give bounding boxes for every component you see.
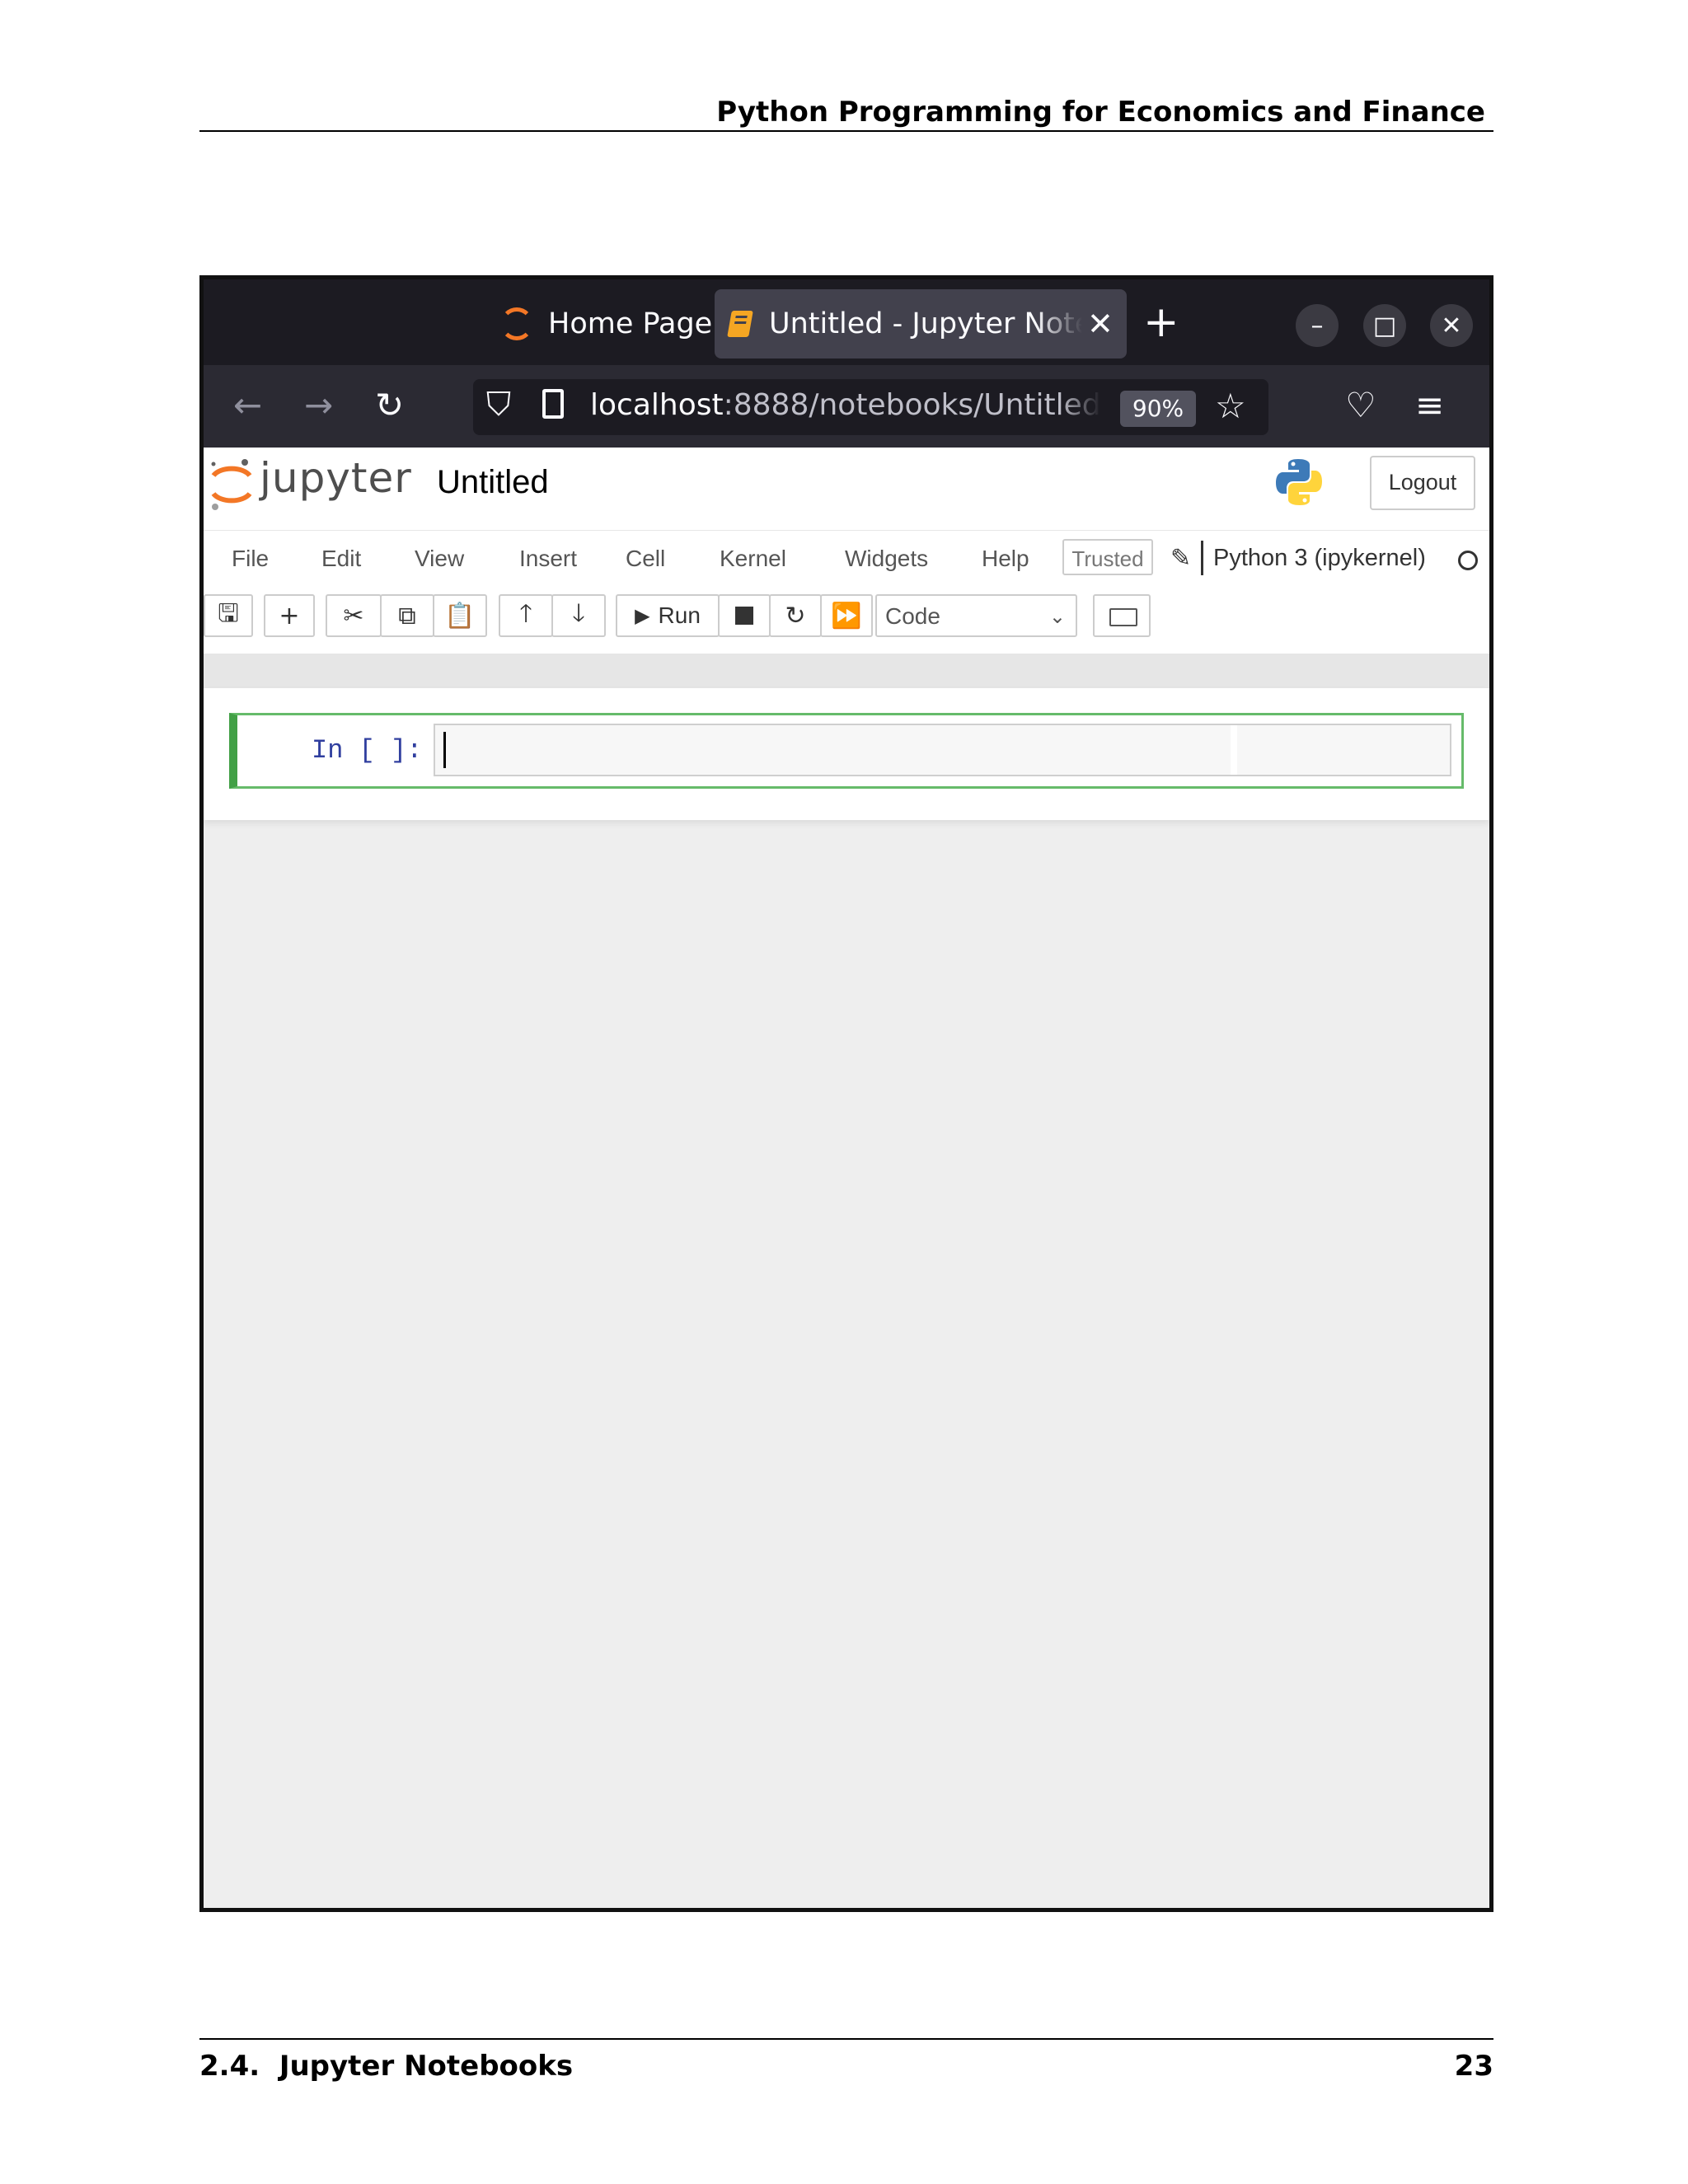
save-icon: 🖫 — [218, 598, 239, 628]
menu-widgets[interactable]: Widgets — [845, 546, 928, 572]
copy-button[interactable]: ⧉ — [380, 594, 434, 637]
tab-untitled-notebook[interactable]: Untitled - Jupyter Note ✕ — [715, 289, 1127, 359]
jupyter-logo-icon[interactable] — [209, 457, 255, 512]
url-bar[interactable]: ⛉ localhost:8888/notebooks/Untitled.ipyn… — [473, 379, 1268, 435]
notebook-toolbar: 🖫 + ✂ ⧉ 📋 🡑 🡓 ▶ Run ↻ ⏩ Code ⌄ — [204, 588, 1489, 654]
play-icon: ▶ — [635, 604, 650, 627]
maximize-button[interactable]: □ — [1363, 304, 1406, 347]
edit-pencil-icon[interactable]: ✎ — [1170, 544, 1191, 573]
book-header: Python Programming for Economics and Fin… — [199, 91, 1493, 132]
kernel-name[interactable]: Python 3 (ipykernel) — [1201, 541, 1426, 575]
footer-section: 2.4. Jupyter Notebooks — [199, 2050, 574, 2083]
menu-icon[interactable]: ≡ — [1415, 385, 1444, 425]
trusted-indicator[interactable]: Trusted — [1062, 539, 1153, 575]
menu-bar: File Edit View Insert Cell Kernel Widget… — [204, 530, 1489, 588]
cell-type-value: Code — [885, 603, 940, 629]
move-down-button[interactable]: 🡓 — [551, 594, 606, 637]
shield-icon[interactable]: ⛉ — [486, 386, 511, 424]
restart-run-all-button[interactable]: ⏩ — [820, 594, 873, 637]
arrow-down-icon: 🡓 — [572, 598, 585, 628]
loading-spinner-icon — [500, 307, 533, 340]
menu-view[interactable]: View — [415, 546, 464, 572]
scissors-icon: ✂ — [343, 601, 364, 630]
menu-insert[interactable]: Insert — [519, 546, 577, 572]
insert-cell-button[interactable]: + — [264, 594, 315, 637]
notebook-container: In [ ]: — [204, 688, 1489, 820]
forward-icon[interactable]: → — [304, 385, 333, 425]
paste-button[interactable]: 📋 — [433, 594, 487, 637]
plus-icon: + — [279, 601, 300, 630]
code-input[interactable] — [434, 724, 1451, 776]
header-divider — [204, 654, 1489, 688]
menu-file[interactable]: File — [232, 546, 269, 572]
code-cell[interactable]: In [ ]: — [229, 713, 1464, 789]
navigation-bar: ← → ↻ ⛉ localhost:8888/notebooks/Untitle… — [204, 365, 1489, 448]
browser-window: Home Page - Select or c ✕ Untitled - Jup… — [199, 275, 1493, 1912]
command-palette-button[interactable] — [1093, 594, 1151, 637]
arrow-up-icon: 🡑 — [519, 598, 532, 628]
pocket-icon[interactable]: ♡ — [1345, 385, 1376, 425]
menu-kernel[interactable]: Kernel — [720, 546, 786, 572]
cell-type-select[interactable]: Code ⌄ — [875, 594, 1077, 637]
url-path: :8888/notebooks/Untitled.ipynb — [723, 388, 1101, 422]
input-prompt: In [ ]: — [312, 735, 423, 766]
notebook-title[interactable]: Untitled — [437, 464, 549, 501]
bookmark-star-icon[interactable]: ☆ — [1215, 386, 1246, 426]
stop-icon — [735, 607, 753, 625]
minimize-button[interactable]: – — [1296, 304, 1339, 347]
url-host: localhost — [590, 388, 724, 422]
run-button[interactable]: ▶ Run — [616, 594, 720, 637]
menu-help[interactable]: Help — [982, 546, 1029, 572]
kernel-status-icon — [1458, 551, 1478, 570]
new-tab-button[interactable]: + — [1143, 298, 1179, 347]
reload-icon[interactable]: ↻ — [375, 385, 404, 425]
close-window-button[interactable]: ✕ — [1430, 304, 1473, 347]
jupyter-header: jupyter Untitled Logout — [204, 448, 1489, 530]
book-footer: 2.4. Jupyter Notebooks 23 — [199, 2038, 1493, 2083]
copy-icon: ⧉ — [398, 601, 416, 630]
tab-label: Untitled - Jupyter Note — [769, 307, 1082, 340]
cut-button[interactable]: ✂ — [326, 594, 382, 637]
tab-bar: Home Page - Select or c ✕ Untitled - Jup… — [204, 279, 1489, 365]
menu-cell[interactable]: Cell — [626, 546, 665, 572]
line-length-ruler — [1231, 725, 1237, 775]
back-icon[interactable]: ← — [233, 385, 262, 425]
jupyter-wordmark: jupyter — [260, 454, 412, 502]
restart-button[interactable]: ↻ — [769, 594, 822, 637]
notebook-icon — [727, 311, 753, 337]
menu-edit[interactable]: Edit — [321, 546, 361, 572]
close-icon[interactable]: ✕ — [1087, 306, 1114, 342]
run-label: Run — [658, 602, 701, 628]
zoom-level[interactable]: 90% — [1120, 391, 1196, 427]
save-button[interactable]: 🖫 — [204, 594, 253, 637]
page-info-icon[interactable] — [542, 389, 564, 419]
text-cursor — [443, 732, 446, 768]
url-text[interactable]: localhost:8888/notebooks/Untitled.ipynb — [590, 388, 1101, 422]
logout-button[interactable]: Logout — [1370, 456, 1475, 510]
book-title: Python Programming for Economics and Fin… — [716, 96, 1485, 129]
chevron-down-icon: ⌄ — [1048, 605, 1066, 628]
move-up-button[interactable]: 🡑 — [499, 594, 553, 637]
interrupt-button[interactable] — [718, 594, 771, 637]
fast-forward-icon: ⏩ — [831, 601, 862, 630]
restart-icon: ↻ — [785, 601, 806, 630]
python-logo-icon — [1276, 459, 1322, 505]
page-number: 23 — [1454, 2050, 1493, 2083]
paste-icon: 📋 — [444, 601, 476, 630]
